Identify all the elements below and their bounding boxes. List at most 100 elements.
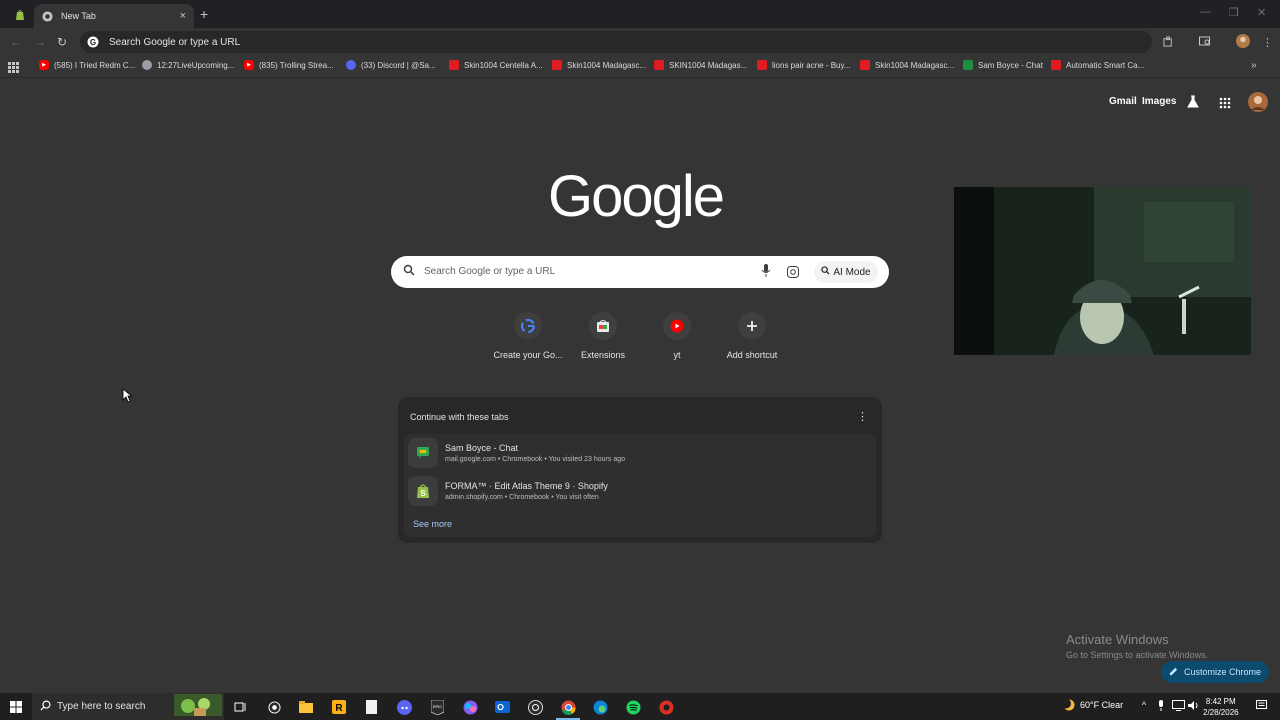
taskbar-search-placeholder: Type here to search bbox=[57, 701, 146, 712]
volume-icon[interactable] bbox=[1188, 700, 1200, 713]
svg-text:R: R bbox=[335, 703, 343, 714]
youtube-icon bbox=[39, 60, 49, 70]
tab-title: Sam Boyce - Chat bbox=[445, 443, 519, 453]
list-item[interactable]: S FORMA™ · Edit Atlas Theme 9 · Shopify … bbox=[408, 474, 872, 508]
notepad-icon[interactable] bbox=[363, 699, 379, 715]
toolbar: ← → ↻ G Search Google or type a URL ⋮ bbox=[0, 28, 1280, 56]
plus-icon bbox=[738, 312, 766, 340]
apps-grid-icon[interactable] bbox=[8, 60, 19, 78]
shopify-icon: S bbox=[408, 476, 438, 506]
extensions-icon[interactable] bbox=[1163, 36, 1174, 50]
rockstar-icon[interactable]: R bbox=[331, 699, 347, 715]
customize-chrome-button[interactable]: Customize Chrome bbox=[1161, 661, 1269, 683]
shop-icon bbox=[1051, 60, 1061, 70]
search-icon bbox=[40, 700, 51, 714]
recording-app-icon[interactable] bbox=[658, 699, 674, 715]
windows-taskbar: Type here to search R EPIC 60°F Clear ^ … bbox=[0, 693, 1280, 720]
bookmark-item[interactable]: SKIN1004 Madagas... bbox=[654, 60, 747, 70]
bookmark-item[interactable]: Automatic Smart Ca... bbox=[1051, 60, 1144, 70]
discord-icon[interactable] bbox=[396, 699, 412, 715]
bookmark-item[interactable]: Skin1004 Madagasc... bbox=[860, 60, 954, 70]
shop-icon bbox=[449, 60, 459, 70]
show-hidden-icons-icon[interactable]: ^ bbox=[1142, 700, 1146, 710]
activate-windows-subtitle: Go to Settings to activate Windows. bbox=[1066, 650, 1209, 660]
bookmarks-overflow-icon[interactable]: » bbox=[1251, 60, 1257, 71]
weather-text[interactable]: 60°F Clear bbox=[1080, 700, 1123, 710]
shortcut-create-your-go[interactable]: Create your Go... bbox=[488, 312, 568, 360]
restore-button[interactable]: ❐ bbox=[1229, 6, 1239, 19]
forward-button[interactable]: → bbox=[34, 35, 46, 49]
labs-flask-icon[interactable] bbox=[1187, 95, 1199, 113]
svg-text:EPIC: EPIC bbox=[432, 704, 441, 709]
bookmark-item[interactable]: Skin1004 Centella A... bbox=[449, 60, 543, 70]
images-link[interactable]: Images bbox=[1142, 96, 1176, 107]
epic-games-icon[interactable]: EPIC bbox=[429, 699, 445, 715]
bookmark-item[interactable]: Sam Boyce - Chat bbox=[963, 60, 1043, 70]
shortcut-add[interactable]: Add shortcut bbox=[712, 312, 792, 360]
reload-button[interactable]: ↻ bbox=[57, 35, 67, 49]
omnibox-text: Search Google or type a URL bbox=[109, 36, 241, 48]
chat-icon bbox=[963, 60, 973, 70]
network-icon[interactable] bbox=[1172, 700, 1185, 713]
bookmark-item[interactable]: (33) Discord | @Sa... bbox=[346, 60, 436, 70]
bookmarks-bar: (585) I Tried Redm C... 12:27LiveUpcomin… bbox=[0, 56, 1280, 78]
omnibox[interactable]: G Search Google or type a URL bbox=[80, 31, 1152, 53]
profile-avatar[interactable] bbox=[1236, 34, 1250, 51]
tab-search-icon[interactable] bbox=[1199, 36, 1211, 50]
shortcut-label: Add shortcut bbox=[726, 350, 778, 360]
tab-new-tab[interactable]: New Tab × bbox=[34, 4, 194, 28]
shop-icon bbox=[654, 60, 664, 70]
shortcut-label: yt bbox=[673, 350, 681, 360]
search-box[interactable]: Search Google or type a URL AI Mode bbox=[391, 256, 889, 288]
copilot-icon[interactable] bbox=[462, 699, 478, 715]
bookmark-item[interactable]: Skin1004 Madagasc... bbox=[552, 60, 646, 70]
google-apps-icon[interactable] bbox=[1219, 96, 1231, 114]
shop-icon bbox=[860, 60, 870, 70]
minimize-button[interactable]: — bbox=[1200, 6, 1211, 18]
app-icon[interactable] bbox=[266, 699, 282, 715]
shortcut-extensions[interactable]: Extensions bbox=[563, 312, 643, 360]
weather-icon[interactable] bbox=[1060, 698, 1075, 715]
list-item[interactable]: Sam Boyce - Chat mail.google.com • Chrom… bbox=[408, 436, 872, 470]
taskbar-search-input[interactable]: Type here to search bbox=[32, 693, 224, 720]
google-icon bbox=[514, 312, 542, 340]
spotify-icon[interactable] bbox=[625, 699, 641, 715]
shortcut-label: Extensions bbox=[580, 350, 626, 360]
obs-icon[interactable] bbox=[527, 699, 543, 715]
search-placeholder: Search Google or type a URL bbox=[424, 266, 556, 277]
bookmark-item[interactable]: 12:27LiveUpcoming... bbox=[142, 60, 234, 70]
globe-icon bbox=[142, 60, 152, 70]
file-explorer-icon[interactable] bbox=[298, 699, 314, 715]
microphone-icon[interactable] bbox=[761, 264, 771, 278]
tab-subtitle: admin.shopify.com • Chromebook • You vis… bbox=[445, 494, 599, 501]
edge-icon[interactable] bbox=[592, 699, 608, 715]
google-lens-icon[interactable] bbox=[787, 265, 799, 278]
chrome-icon bbox=[42, 10, 53, 22]
outlook-icon[interactable] bbox=[494, 699, 510, 715]
discord-icon bbox=[346, 60, 356, 70]
task-view-icon[interactable] bbox=[232, 699, 248, 715]
back-button[interactable]: ← bbox=[10, 35, 22, 49]
shopify-tab-icon[interactable] bbox=[14, 8, 26, 20]
bookmark-item[interactable]: (835) Trolling Strea... bbox=[244, 60, 334, 70]
menu-kebab-icon[interactable]: ⋮ bbox=[1262, 36, 1273, 49]
account-avatar[interactable] bbox=[1248, 92, 1268, 117]
notifications-icon[interactable] bbox=[1256, 700, 1267, 713]
shortcut-yt[interactable]: yt bbox=[637, 312, 717, 360]
webcam-overlay bbox=[954, 187, 1251, 355]
bookmark-item[interactable]: (585) I Tried Redm C... bbox=[39, 60, 135, 70]
gmail-link[interactable]: Gmail bbox=[1109, 96, 1137, 107]
bookmark-item[interactable]: lions pair acne - Buy... bbox=[757, 60, 851, 70]
more-options-icon[interactable]: ⋮ bbox=[857, 410, 868, 423]
close-window-button[interactable]: ✕ bbox=[1257, 6, 1266, 19]
google-g-icon: G bbox=[87, 36, 99, 48]
tab-close-icon[interactable]: × bbox=[180, 10, 186, 22]
new-tab-button[interactable]: + bbox=[200, 6, 208, 22]
youtube-icon bbox=[244, 60, 254, 70]
windows-start-icon[interactable] bbox=[8, 699, 24, 715]
ai-mode-button[interactable]: AI Mode bbox=[814, 261, 878, 283]
microphone-icon[interactable] bbox=[1157, 700, 1165, 714]
clock[interactable]: 8:42 PM 2/28/2026 bbox=[1203, 696, 1239, 718]
chrome-icon[interactable] bbox=[560, 699, 576, 715]
see-more-link[interactable]: See more bbox=[413, 519, 452, 529]
